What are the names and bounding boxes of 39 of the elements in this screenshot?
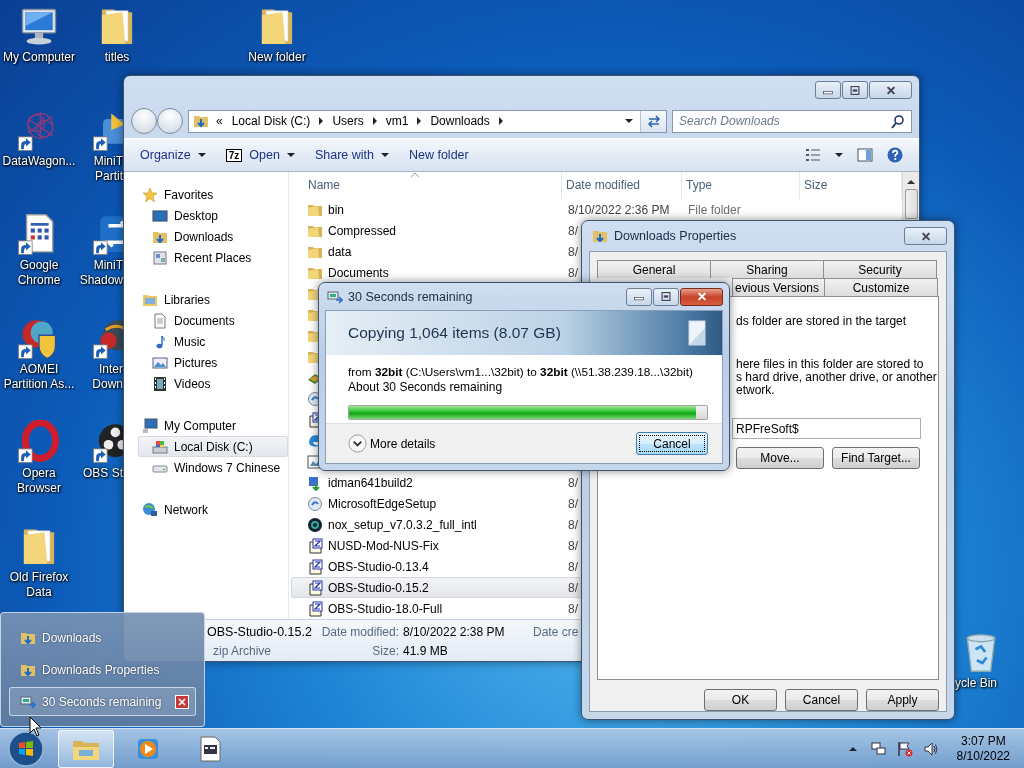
instruction-text: here files in this folder are stored to s hard drive, another drive, or another etwork. <box>736 358 938 397</box>
file-name: nox_setup_v7.0.3.2_full_intl <box>328 517 477 532</box>
window-title: Downloads Properties <box>614 229 738 243</box>
file-name: OBS-Studio-0.13.4 <box>328 559 429 574</box>
file-name: NUSD-Mod-NUS-Fix <box>328 538 439 553</box>
file-type: File folder <box>687 203 741 218</box>
copy-heading: Copying 1,064 items (8.07 GB) <box>348 324 561 342</box>
file-name: bin <box>328 203 344 218</box>
file-name: OBS-Studio-18.0-Full <box>328 601 443 616</box>
file-name: MicrosoftEdgeSetup <box>328 496 437 511</box>
file-name: data <box>328 245 352 260</box>
detail-label: Size: <box>371 643 400 658</box>
file-date: 8/ <box>567 559 578 574</box>
file-type: zip Archive <box>212 643 273 658</box>
file-date: 8/ <box>567 224 578 239</box>
file-date: 8/ <box>567 245 578 260</box>
file-date: 8/ <box>567 266 578 281</box>
copy-route-text: from 32bit (C:\Users\vm1...\32bit) to 32bit (\\51.38.239.18...\32bit) <box>348 365 694 380</box>
file-date: 8/ <box>567 475 578 490</box>
description-text: ds folder are stored in the target <box>736 315 908 328</box>
file-name: OBS-Studio-0.15.2 <box>207 624 313 639</box>
file-date: 8/ <box>567 601 578 616</box>
time-remaining-text: About 30 Seconds remaining <box>348 380 504 395</box>
file-name: idman641build2 <box>328 475 413 490</box>
file-name: Compressed <box>328 224 397 239</box>
detail-value: 41.9 MB <box>403 643 449 658</box>
file-date: 8/10/2022 2:36 PM <box>567 203 670 218</box>
clock-time: 3:07 PM <box>960 733 1006 749</box>
file-date: 8/ <box>567 538 578 553</box>
window-title: 30 Seconds remaining <box>348 289 474 304</box>
file-name: OBS-Studio-0.15.2 <box>328 580 429 595</box>
file-name: Documents <box>328 266 389 281</box>
file-date: 8/ <box>567 580 578 595</box>
clock-date: 8/10/2022 <box>956 748 1010 764</box>
detail-label: Date cre <box>533 624 580 639</box>
detail-value: 8/10/2022 2:38 PM <box>403 624 506 639</box>
file-date: 8/ <box>567 496 578 511</box>
file-date: 8/ <box>567 517 578 532</box>
detail-label: Date modified: <box>320 624 400 639</box>
